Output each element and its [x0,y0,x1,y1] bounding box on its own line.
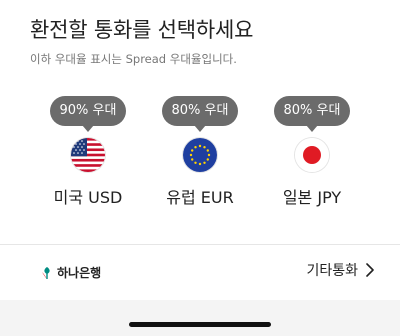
bank-name: 하나은행 [57,266,102,280]
page-title: 환전할 통화를 선택하세요 [30,18,254,42]
chevron-right-icon [366,263,374,277]
discount-badge-usd: 90% 우대 [50,96,126,132]
hana-bank-mark-icon [42,266,50,279]
hana-bank-logo: 하나은행 [40,264,101,281]
currency-label-usd: 미국 USD [53,188,123,207]
discount-badge-eur: 80% 우대 [162,96,238,132]
other-currency-label: 기타통화 [306,263,358,279]
currency-option-jpy[interactable]: 80% 우대 일본 JPY [252,96,372,208]
japan-flag-icon [295,138,329,172]
discount-badge-jpy: 80% 우대 [274,96,350,132]
eu-flag-icon [183,138,217,172]
us-flag-icon [71,138,105,172]
divider [0,244,400,245]
page-subtitle: 이하 우대율 표시는 Spread 우대율입니다. [30,52,237,66]
currency-label-eur: 유럽 EUR [166,188,234,207]
currency-option-eur[interactable]: 80% 우대 유럽 EUR [140,96,260,208]
currency-label-jpy: 일본 JPY [282,188,342,207]
other-currency-button[interactable]: 기타통화 [306,260,374,280]
home-indicator[interactable] [129,322,271,327]
currency-option-usd[interactable]: 90% 우대 미국 USD [28,96,148,208]
currency-list: 90% 우대 미국 USD 80% 우대 유럽 EUR 80% 우대 일본 JP… [0,96,400,216]
bottom-bar [0,300,400,336]
